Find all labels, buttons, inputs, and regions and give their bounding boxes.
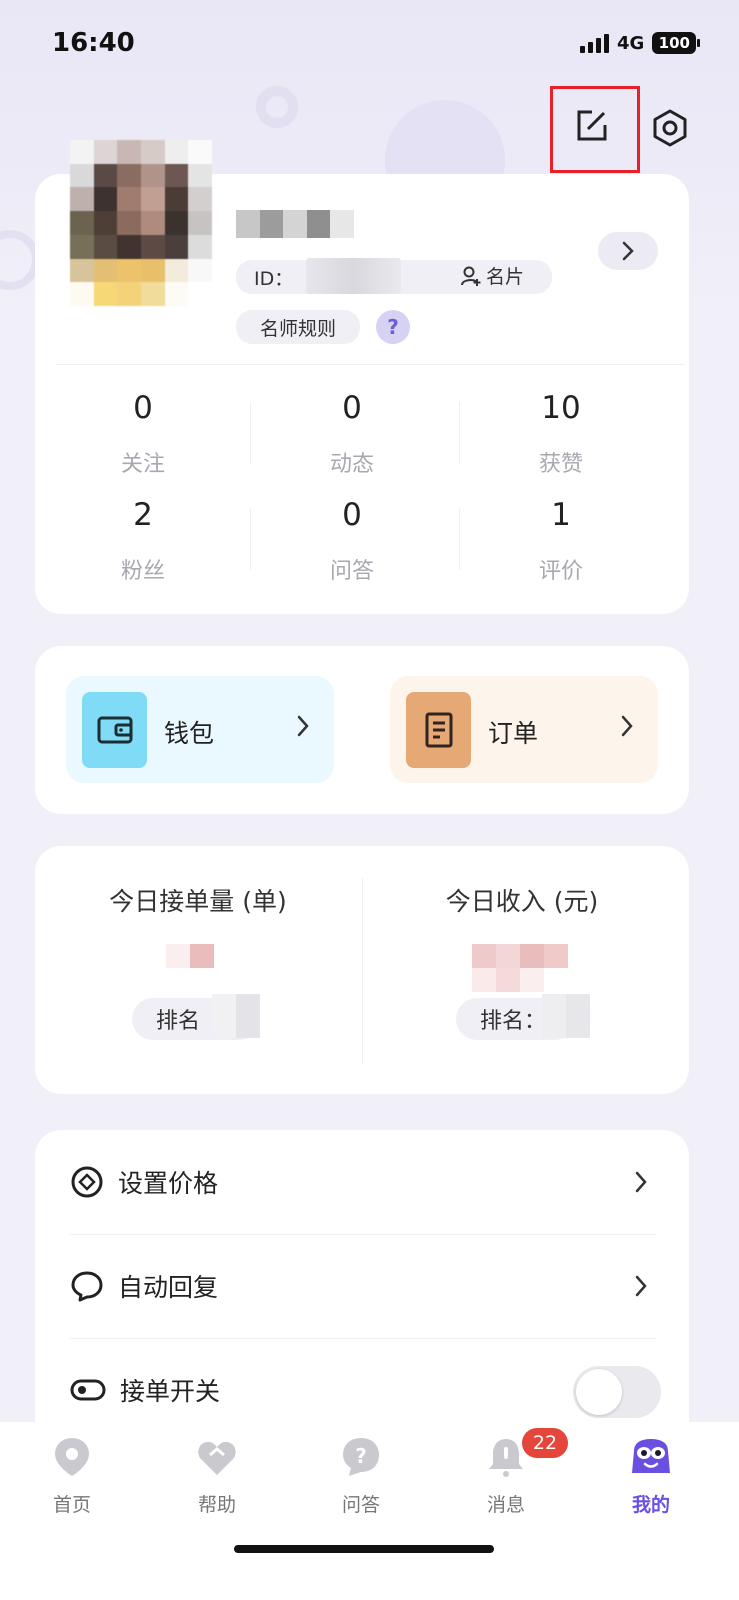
menu-item-label: 接单开关 [120,1377,221,1406]
rank-value-blurred [212,994,260,1038]
business-card-button[interactable]: 名片 [460,262,524,289]
wallet-button[interactable]: 钱包 [66,676,334,783]
stat-label: 动态 [329,452,374,477]
divider [459,402,460,464]
message-count-badge: 22 [522,1428,568,1458]
divider [250,402,251,464]
tab-label: 问答 [341,1494,380,1516]
today-income-title: 今日收入 (元) [445,887,599,916]
help-heart-icon [198,1441,236,1475]
battery-icon: 100 [652,32,701,54]
svg-text:?: ? [355,1444,367,1468]
tab-mine[interactable]: 我的 [596,1432,706,1517]
menu-item-label: 设置价格 [118,1169,219,1198]
gear-icon[interactable] [650,108,690,148]
stat-value: 2 [133,497,153,533]
toggle-icon [70,1379,106,1401]
stat-label: 问答 [329,559,374,584]
stat-qa[interactable]: 0 问答 [252,497,452,585]
today-orders-value-blurred [166,944,214,968]
stat-label: 关注 [120,452,165,477]
orders-label: 订单 [488,719,539,748]
id-label: ID： [254,267,294,290]
stat-label: 粉丝 [120,559,165,584]
master-rules-pill[interactable]: 名师规则 [236,310,360,344]
tab-home[interactable]: 首页 [17,1432,127,1517]
today-income-value-blurred [472,944,568,992]
price-coin-icon [71,1166,103,1198]
wallet-icon [82,692,147,768]
stat-reviews[interactable]: 1 评价 [461,497,661,585]
business-card-label: 名片 [486,266,525,288]
menu-item-set-price[interactable]: 设置价格 [70,1130,660,1234]
mascot-icon [632,1439,670,1473]
toggle-knob [576,1369,622,1415]
question-icon: ? [343,1438,379,1476]
background-decoration [256,86,298,128]
stat-value: 0 [342,497,362,533]
network-type: 4G [617,32,645,54]
home-indicator [234,1545,494,1553]
tab-label: 首页 [52,1494,91,1516]
menu-item-label: 自动回复 [118,1273,219,1302]
divider [362,878,363,1064]
document-icon [406,692,471,768]
stat-value: 0 [133,390,153,426]
chevron-right-icon [635,1275,647,1297]
rank-value-blurred [542,994,590,1038]
stat-following[interactable]: 0 关注 [43,390,243,478]
avatar[interactable] [70,140,212,306]
help-question-icon[interactable]: ? [376,310,410,344]
status-time: 16:40 [52,28,135,58]
home-icon [55,1438,89,1476]
stat-value: 1 [551,497,571,533]
signal-icon [580,33,609,53]
user-id-blurred [306,258,401,294]
username-blurred [236,210,354,238]
stat-label: 获赞 [538,452,583,477]
tab-label: 消息 [486,1494,525,1516]
tab-qa[interactable]: ? 问答 [306,1432,416,1517]
divider [459,508,460,570]
tab-label: 我的 [631,1494,670,1516]
edit-square-icon[interactable] [574,108,610,144]
divider [55,364,685,365]
tab-label: 帮助 [197,1494,236,1516]
chevron-right-icon [622,241,634,261]
chevron-right-icon [635,1171,647,1193]
chevron-right-icon [621,715,633,737]
today-orders-title: 今日接单量 (单) [109,887,287,916]
wallet-label: 钱包 [164,719,215,748]
stat-label: 评价 [538,559,583,584]
master-rules-label: 名师规则 [259,317,336,340]
divider [250,508,251,570]
stat-value: 10 [541,390,581,426]
income-rank-label: 排名： [480,1009,547,1034]
orders-rank-label: 排名 [156,1009,201,1034]
profile-detail-button[interactable] [598,232,658,270]
orders-button[interactable]: 订单 [390,676,658,783]
tab-help[interactable]: 帮助 [162,1432,272,1517]
chevron-right-icon [297,715,309,737]
person-add-icon [461,266,481,286]
order-switch-toggle[interactable] [573,1366,661,1418]
bell-icon [489,1439,523,1477]
chat-bubble-icon [71,1271,103,1302]
status-indicators: 4G 100 [580,32,701,54]
stat-value: 0 [342,390,362,426]
stat-fans[interactable]: 2 粉丝 [43,497,243,585]
stat-posts[interactable]: 0 动态 [252,390,452,478]
menu-item-auto-reply[interactable]: 自动回复 [70,1234,660,1338]
stat-likes[interactable]: 10 获赞 [461,390,661,478]
